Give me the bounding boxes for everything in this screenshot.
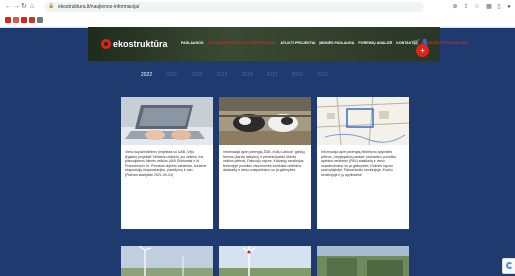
- bookmark-favicon-icon[interactable]: [13, 17, 19, 23]
- card-text: Informacija apie parengtą ŽŪB „Kūlių Lan…: [223, 150, 305, 173]
- year-tabs: 2022 2021 2020 2019 2018 2017 2016 2015: [141, 72, 328, 78]
- menu-item-paslaugos[interactable]: PASLAUGOS: [181, 41, 204, 46]
- floating-action-button[interactable]: +: [416, 44, 429, 57]
- back-icon[interactable]: ←: [5, 3, 12, 11]
- extensions-icon[interactable]: ▦: [486, 4, 492, 10]
- menu-item-poreikiu-analize[interactable]: POREIKIŲ ANALIZĖ: [358, 41, 392, 46]
- news-card[interactable]: Informacija apie parengtą ŽŪB „Kūlių Lan…: [219, 97, 311, 229]
- bookmark-favicon-icon[interactable]: [29, 17, 35, 23]
- recaptcha-icon[interactable]: [502, 258, 515, 274]
- menu-item-aktualus-projektai[interactable]: AKTUALŪS PROJEKTAI / INFORMACIJA: [208, 41, 277, 46]
- bookmark-favicon-icon[interactable]: [5, 17, 11, 23]
- tab-year[interactable]: 2017: [267, 72, 278, 78]
- tab-year[interactable]: 2015: [317, 72, 328, 78]
- tab-year[interactable]: 2016: [292, 72, 303, 78]
- tab-year[interactable]: 2022: [141, 72, 152, 78]
- sidebar-icon[interactable]: ▯: [496, 4, 502, 10]
- card-text: Viešo supažindinimo projektas su UAB „Vė…: [125, 150, 207, 177]
- news-card[interactable]: Informacija apie parengtą Medelyno apyli…: [317, 97, 409, 229]
- card-image-map: [317, 97, 409, 145]
- news-card[interactable]: [317, 246, 409, 276]
- tab-year[interactable]: 2021: [166, 72, 177, 78]
- news-card[interactable]: [219, 246, 311, 276]
- site-header: ekostruktūra PASLAUGOS AKTUALŪS PROJEKTA…: [88, 27, 467, 61]
- tab-year[interactable]: 2019: [216, 72, 227, 78]
- forward-icon[interactable]: →: [13, 3, 20, 11]
- menu-item-imones-paslauga[interactable]: ĮMONĖS PASLAUGA: [319, 41, 354, 46]
- bookmark-icon[interactable]: ☆: [474, 4, 480, 10]
- lock-icon: 🔒: [48, 3, 55, 9]
- card-text: Informacija apie parengtą Medelyno apyli…: [321, 150, 397, 177]
- browser-chrome: ← → ↻ ⌂ 🔒 ekostruktura.lt/naujienos-info…: [0, 0, 515, 28]
- zoom-icon[interactable]: ⊕: [452, 4, 458, 10]
- news-card[interactable]: Viešo supažindinimo projektas su UAB „Vė…: [121, 97, 213, 229]
- card-image-cows: [219, 97, 311, 145]
- menu-item-atlikti-projektai[interactable]: ATLIKTI PROJEKTAI: [281, 41, 316, 46]
- share-icon[interactable]: ⇪: [463, 4, 469, 10]
- tab-year[interactable]: 2020: [191, 72, 202, 78]
- logo-icon[interactable]: [101, 39, 111, 49]
- tab-year[interactable]: 2018: [242, 72, 253, 78]
- news-card[interactable]: [121, 246, 213, 276]
- reload-icon[interactable]: ↻: [21, 3, 27, 11]
- url-text[interactable]: ekostruktura.lt/naujienos-informacija/: [58, 3, 139, 11]
- profile-icon[interactable]: ●: [506, 4, 512, 10]
- card-image-laptop: [121, 97, 213, 145]
- bookmark-favicon-icon[interactable]: [37, 17, 43, 23]
- logo-text[interactable]: ekostruktūra: [113, 39, 168, 49]
- home-icon[interactable]: ⌂: [30, 3, 34, 11]
- bookmark-favicon-icon[interactable]: [21, 17, 27, 23]
